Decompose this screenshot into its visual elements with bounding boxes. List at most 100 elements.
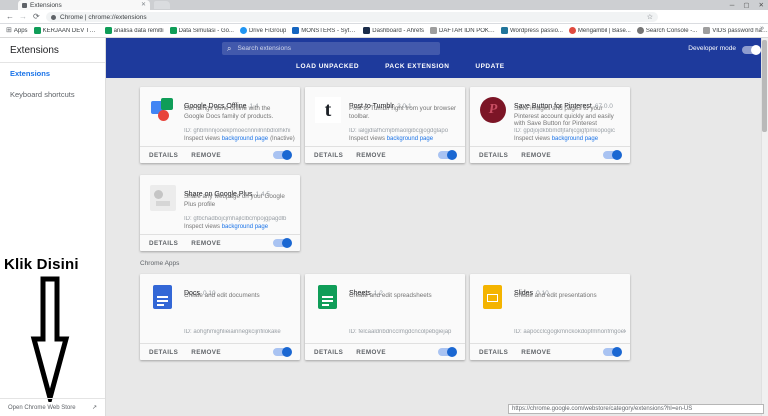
browser-tab-extensions[interactable]: Extensions ✕: [18, 0, 150, 10]
bookmark-item[interactable]: analisa data remitli: [104, 27, 164, 34]
enable-toggle[interactable]: [603, 150, 622, 160]
search-box[interactable]: ⌕: [222, 42, 440, 55]
sheets-favicon: [33, 27, 41, 34]
address-bar[interactable]: Chrome | chrome://extensions ☆: [46, 12, 658, 22]
google-sheets-icon: [318, 285, 337, 309]
tumblr-icon: t: [315, 97, 341, 123]
inspect-views: Inspect views background page: [349, 136, 434, 142]
background-page-link[interactable]: background page: [387, 136, 433, 142]
reload-icon[interactable]: ⟳: [33, 12, 40, 22]
back-icon[interactable]: ←: [6, 12, 14, 22]
bookmark-star-icon[interactable]: ☆: [647, 13, 653, 21]
status-url-tooltip: https://chrome.google.com/webstore/categ…: [508, 404, 764, 414]
ahrefs-favicon: [363, 27, 371, 34]
bookmarks-overflow-icon[interactable]: »: [760, 25, 764, 32]
app-description: Create and edit presentations: [514, 292, 597, 299]
address-url: Chrome | chrome://extensions: [60, 13, 147, 21]
extension-id: ID: gpdjojdkbbmdfjfahjcgigfpmkopogic: [514, 128, 616, 134]
inspect-views: Inspect views background page: [184, 224, 269, 230]
remove-button[interactable]: REMOVE: [356, 349, 386, 356]
enable-toggle[interactable]: [273, 347, 292, 357]
extension-description: Post to Tumblr right from your browser t…: [349, 105, 457, 120]
enable-toggle[interactable]: [438, 150, 457, 160]
extensions-page-icon: [22, 2, 27, 8]
sheets-favicon: [169, 27, 177, 34]
details-button[interactable]: DETAILS: [149, 349, 178, 356]
pinterest-icon: P: [480, 97, 506, 123]
bookmark-item[interactable]: KERJAAN DEV TRAY: [33, 27, 99, 34]
bookmark-item[interactable]: Data Simulasi - Go...: [169, 27, 234, 34]
apps-shortcut[interactable]: ⊞ Apps: [6, 27, 28, 34]
enable-toggle[interactable]: [603, 347, 622, 357]
sidebar-item-extensions[interactable]: Extensions: [0, 63, 105, 84]
tab-title: Extensions: [30, 1, 62, 9]
extension-id: ID: ialgjdlafhcmjbmaolgibcgjogdglapo: [349, 128, 449, 134]
extension-description: Get things done offline with the Google …: [184, 105, 274, 120]
details-button[interactable]: DETAILS: [149, 240, 178, 247]
remove-button[interactable]: REMOVE: [191, 152, 221, 159]
remove-button[interactable]: REMOVE: [356, 152, 386, 159]
maximize-icon[interactable]: ▢: [743, 1, 749, 9]
bookmark-item[interactable]: MONSTERS - Sytul...: [292, 27, 357, 34]
sidebar-item-keyboard-shortcuts[interactable]: Keyboard shortcuts: [0, 84, 105, 105]
bookmark-item[interactable]: DAFTAR IDN POKER: [430, 27, 495, 34]
enable-toggle[interactable]: [273, 238, 292, 248]
bookmark-item[interactable]: VIDS password han...: [703, 27, 768, 34]
close-icon[interactable]: ✕: [759, 1, 764, 9]
bookmark-item[interactable]: Mengambil | Base...: [568, 27, 631, 34]
google-docs-offline-icon: [150, 97, 176, 123]
details-button[interactable]: DETAILS: [314, 152, 343, 159]
remove-button[interactable]: REMOVE: [191, 240, 221, 247]
enable-toggle[interactable]: [273, 150, 292, 160]
enable-toggle[interactable]: [438, 347, 457, 357]
extension-card-post-to-tumblr: t Post to Tumblr 2.0.1 Post to Tumblr rig…: [305, 87, 465, 163]
remove-button[interactable]: REMOVE: [191, 349, 221, 356]
down-arrow-annotation: [30, 276, 70, 402]
developer-mode-label: Developer mode: [688, 45, 736, 52]
remove-button[interactable]: REMOVE: [521, 349, 551, 356]
background-page-link[interactable]: background page: [552, 136, 598, 142]
page-scrollbar[interactable]: [761, 38, 768, 416]
developer-mode-toggle[interactable]: [742, 45, 761, 55]
background-page-link[interactable]: background page: [222, 224, 268, 230]
bookmark-item[interactable]: Wordpress passio...: [501, 27, 563, 34]
pack-extension-button[interactable]: PACK EXTENSION: [385, 63, 449, 70]
browser-toolbar: ← → ⟳ Chrome | chrome://extensions ☆ t ⋮: [0, 10, 768, 32]
google-plus-icon: [150, 185, 176, 211]
bookmark-item[interactable]: Drive FiGroup: [239, 27, 286, 34]
site-favicon: [292, 27, 300, 34]
minimize-icon[interactable]: ─: [730, 2, 735, 9]
update-button[interactable]: UPDATE: [475, 63, 504, 70]
scrollbar-thumb[interactable]: [762, 40, 767, 132]
details-button[interactable]: DETAILS: [149, 152, 178, 159]
app-id: ID: aohghmighlieiainnegkcijnfilokake: [184, 329, 281, 335]
details-button[interactable]: DETAILS: [314, 349, 343, 356]
extension-description: Save images and pages to your Pinterest …: [514, 105, 614, 127]
app-id: ID: felcaaldnbdncclmgdcncolpebgiejap: [349, 329, 452, 335]
bookmarks-bar: ⊞ Apps KERJAAN DEV TRAY analisa data rem…: [0, 24, 768, 38]
forward-icon[interactable]: →: [19, 12, 27, 22]
app-card-docs: Docs 0.10 Create and edit documents ID: a…: [140, 274, 300, 360]
site-info-icon[interactable]: [51, 14, 56, 20]
extension-card-save-button-for-pinterest: P Save Button for Pinterest 67.0.0 Save i…: [470, 87, 630, 163]
tab-close-icon[interactable]: ✕: [141, 0, 146, 10]
app-description: Create and edit spreadsheets: [349, 292, 432, 299]
remove-button[interactable]: REMOVE: [521, 152, 551, 159]
page-favicon: [430, 27, 437, 34]
search-input[interactable]: [235, 44, 435, 53]
app-card-sheets: Sheets 1.2 Create and edit spreadsheets I…: [305, 274, 465, 360]
apps-grid-icon: ⊞: [6, 27, 12, 34]
extension-id: ID: ghbmnnjooekpmoecnnnilnnbdlolhkhi: [184, 128, 291, 134]
browser-window: Extensions ✕ ─ ▢ ✕ ← → ⟳ Chrome | chrome…: [0, 0, 768, 416]
bookmark-item[interactable]: Dashboard - Ahrefs: [363, 27, 424, 34]
details-button[interactable]: DETAILS: [479, 349, 508, 356]
background-page-link[interactable]: background page: [222, 136, 268, 142]
open-chrome-web-store-link[interactable]: Open Chrome Web Store ↗: [0, 398, 105, 416]
inspect-views: Inspect views background page: [514, 136, 599, 142]
extensions-header: ⌕ Developer mode LOAD UNPACKED PACK EXTE…: [106, 38, 768, 78]
new-tab-button[interactable]: [154, 1, 170, 9]
extension-card-google-docs-offline: Google Docs Offline 1.4 Get things done o…: [140, 87, 300, 163]
details-button[interactable]: DETAILS: [479, 152, 508, 159]
load-unpacked-button[interactable]: LOAD UNPACKED: [296, 63, 359, 70]
bookmark-item[interactable]: Search Console -...: [636, 27, 697, 34]
